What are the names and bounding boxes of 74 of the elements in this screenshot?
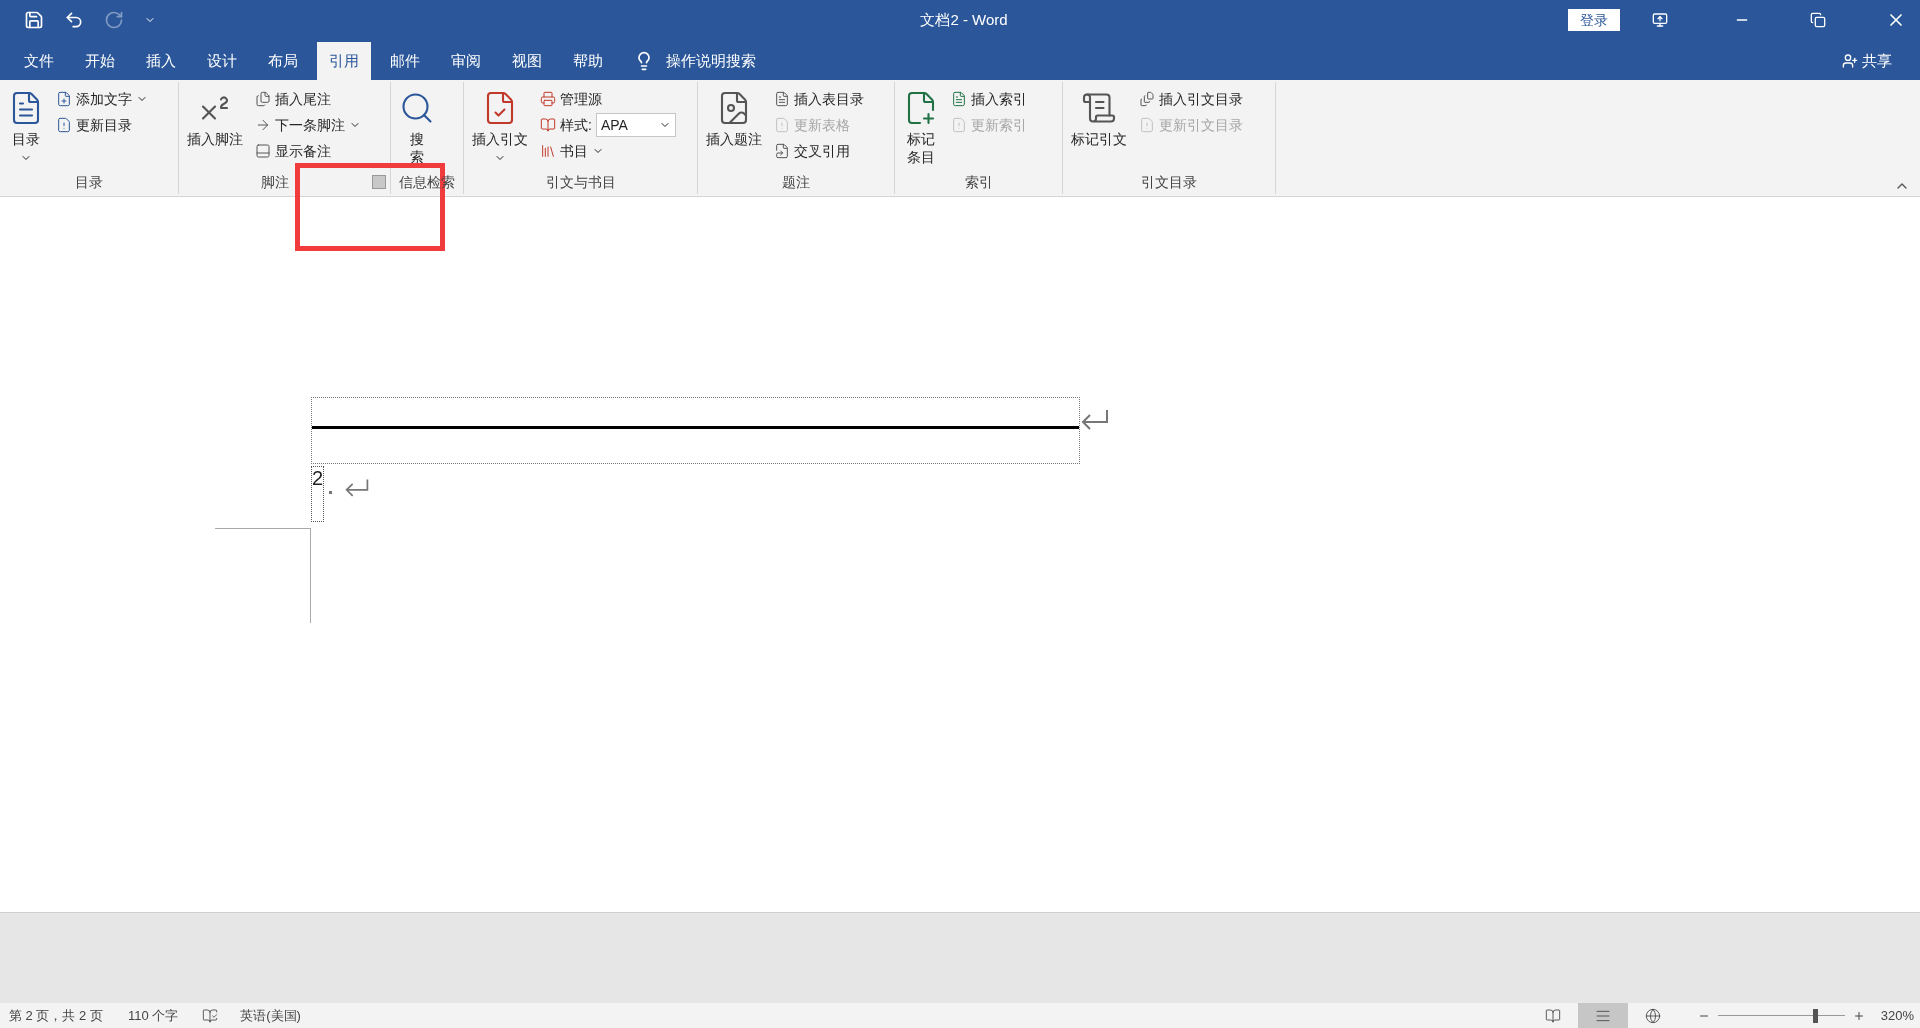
update-document-icon	[1139, 117, 1155, 133]
book-icon	[1544, 1007, 1561, 1024]
panel-icon	[255, 143, 271, 159]
menu-tab[interactable]: 开始	[73, 42, 127, 80]
ribbon-large-button[interactable]: 搜索	[395, 86, 439, 166]
update-document-icon	[951, 117, 967, 133]
ribbon-button[interactable]: 插入索引	[947, 86, 1031, 112]
group-label: 脚注	[260, 172, 289, 192]
ribbon-button[interactable]: 下一条脚注	[251, 112, 365, 138]
group-label: 目录	[75, 172, 103, 192]
user-icon	[1842, 53, 1858, 69]
ribbon-button[interactable]: 插入引文目录	[1135, 86, 1247, 112]
style-label: 样式:	[560, 115, 592, 135]
word-count[interactable]: 110 个字	[127, 1005, 179, 1026]
update-document-icon	[774, 117, 790, 133]
ribbon-button[interactable]: 插入表目录	[770, 86, 868, 112]
zoom-level[interactable]: 320%	[1880, 1005, 1914, 1026]
style-dropdown[interactable]: APA	[595, 113, 676, 137]
ribbon-large-button[interactable]: 目录	[4, 86, 48, 164]
menu-tab[interactable]: 插入	[134, 42, 188, 80]
ribbon-button[interactable]: 管理源	[536, 86, 680, 112]
menu-tab[interactable]: 邮件	[378, 42, 432, 80]
login-button[interactable]: 登录	[1568, 9, 1620, 31]
scroll-icon	[1081, 90, 1117, 126]
share-button[interactable]: 共享	[1862, 49, 1892, 73]
ribbon-button[interactable]: 插入尾注	[251, 86, 365, 112]
books-icon	[540, 143, 556, 159]
documents-icon	[255, 91, 271, 107]
tell-me-search[interactable]: 操作说明搜索	[666, 49, 756, 73]
menu-tab[interactable]: 视图	[500, 42, 554, 80]
ribbon-large-button[interactable]: 标记条目	[899, 86, 943, 166]
add-text-icon	[56, 91, 72, 107]
book-icon	[540, 117, 556, 133]
globe-page-icon	[1644, 1007, 1661, 1024]
menu-tab[interactable]: 设计	[195, 42, 249, 80]
arrow-right-icon	[255, 117, 271, 133]
page-count[interactable]: 第 2 页，共 2 页	[9, 1005, 103, 1026]
language-status[interactable]: 英语(美国)	[240, 1005, 301, 1026]
zoom-slider-thumb[interactable]	[1812, 1008, 1818, 1023]
ribbon-large-button[interactable]: 插入题注	[702, 86, 766, 148]
window-title: 文档2 - Word	[919, 9, 1008, 30]
menu-tab[interactable]: 审阅	[439, 42, 493, 80]
group-label: 引文目录	[1141, 172, 1197, 192]
printer-icon	[540, 91, 556, 107]
menu-tab[interactable]: 引用	[317, 42, 371, 80]
zoom-in-icon[interactable]	[1852, 1009, 1865, 1022]
proofing-icon[interactable]	[202, 1007, 219, 1024]
ribbon-button[interactable]: 交叉引用	[770, 138, 868, 164]
group-label: 索引	[964, 172, 993, 192]
space-mark-icon	[329, 491, 332, 494]
document-icon	[774, 91, 790, 107]
menu-tab[interactable]: 文件	[12, 42, 66, 80]
footnote-number: 2	[311, 467, 324, 491]
ribbon-large-button[interactable]: 插入引文	[468, 86, 532, 164]
group-label: 题注	[782, 172, 810, 192]
ribbon-button[interactable]: 显示备注	[251, 138, 365, 164]
documents-icon	[1139, 91, 1155, 107]
restore-icon[interactable]	[1810, 12, 1826, 28]
ribbon-large-button[interactable]: 标记引文	[1067, 86, 1131, 148]
ribbon-button[interactable]: 书目	[536, 138, 680, 164]
group-label: 引文与书目	[545, 172, 616, 192]
link-document-icon	[774, 143, 790, 159]
search-icon	[399, 90, 435, 126]
save-icon[interactable]	[24, 10, 44, 30]
menu-tab[interactable]: 帮助	[561, 42, 615, 80]
document-icon	[951, 91, 967, 107]
ribbon-button[interactable]: 添加文字	[52, 86, 152, 112]
ribbon-display-icon[interactable]	[1652, 12, 1668, 28]
undo-icon[interactable]	[64, 10, 84, 30]
menu-tab[interactable]: 布局	[256, 42, 310, 80]
zoom-slider-track[interactable]	[1717, 1007, 1845, 1024]
update-document-icon	[56, 117, 72, 133]
ribbon-button[interactable]: 更新目录	[52, 112, 152, 138]
ribbon-large-button[interactable]: 插入脚注	[183, 86, 247, 148]
